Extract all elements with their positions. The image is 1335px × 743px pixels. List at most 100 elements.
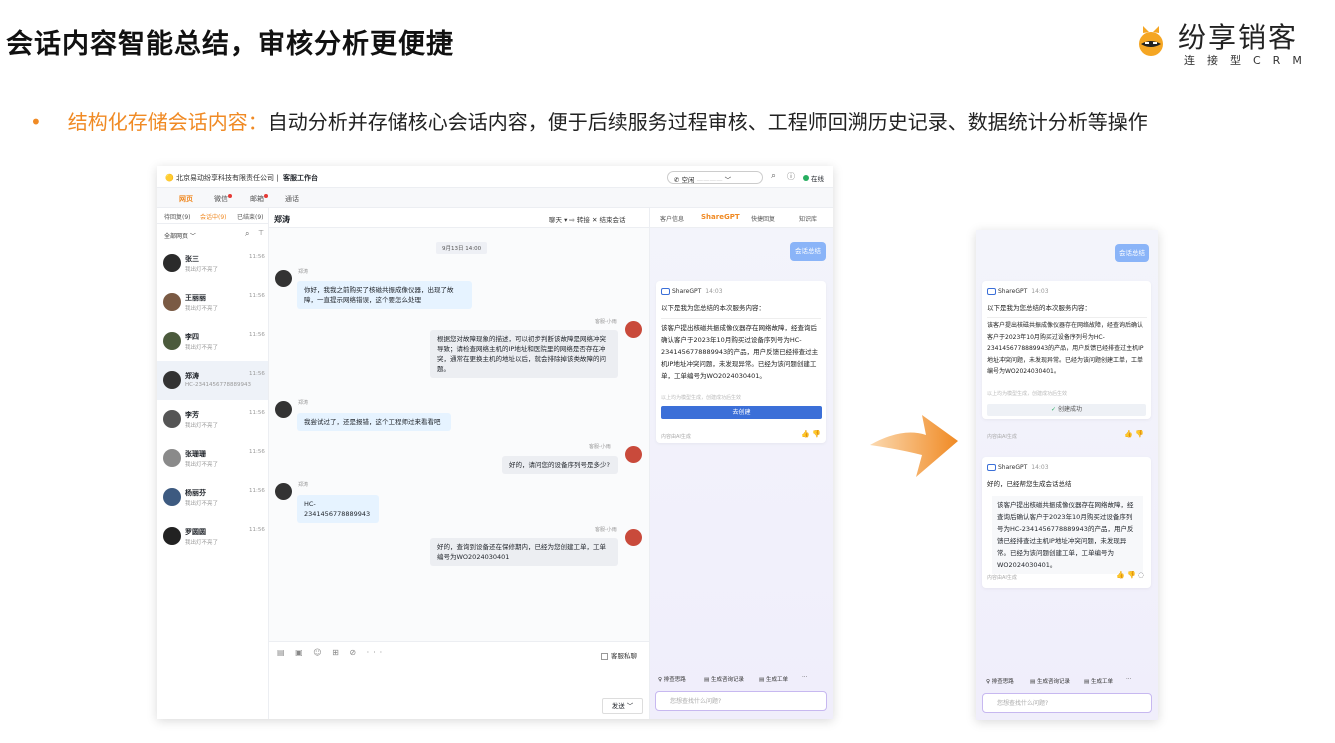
chat-message: 好的，请问您的设备序列号是多少? — [502, 456, 618, 474]
chat-date: 9月13日 14:00 — [436, 242, 488, 254]
contact-name: 张三 — [185, 255, 199, 263]
composer-toolbar[interactable]: ▤ ▣ ☺ ⊞ ⊘ ··· — [277, 648, 386, 657]
sharegpt-brand: ShareGPT 14:03 — [987, 464, 1049, 471]
list-item[interactable]: 郑涛 HC-2341456778889943 11:56 — [157, 361, 268, 400]
tab-knowledge-base[interactable]: 知识库 — [799, 214, 817, 223]
contact-preview: 我出灯不亮了 — [185, 306, 219, 312]
contact-preview: 我出灯不亮了 — [185, 501, 219, 507]
tab-quick-reply[interactable]: 快捷回复 — [751, 214, 775, 223]
quick-more[interactable]: ··· — [1126, 676, 1131, 682]
chat-header: 郑涛 聊天 ▾ ⇨ 转接 ✕ 结束会话 — [269, 208, 649, 228]
feedback-icons[interactable]: 👍 👎 — [1124, 430, 1144, 438]
assistant-tabs: 客户信息 ShareGPT 快捷回复 知识库 — [650, 208, 833, 228]
contact-time: 11:56 — [249, 410, 265, 416]
contact-time: 11:56 — [249, 488, 265, 494]
bullet-key: 结构化存储会话内容： — [67, 110, 268, 134]
ai-generated-note: 内容由AI生成 — [987, 434, 1017, 440]
contact-name: 李四 — [185, 333, 199, 341]
quick-consult-record[interactable]: ▤ 生成咨询记录 — [704, 675, 744, 683]
avatar — [163, 371, 181, 389]
quick-troubleshoot[interactable]: ♀ 排查思路 — [986, 677, 1014, 685]
private-chat-checkbox[interactable]: 客服私聊 — [601, 650, 637, 660]
channel-tabs: 网页 微信 邮箱 通话 — [157, 188, 833, 208]
avatar — [275, 270, 292, 287]
unread-dot-icon — [264, 194, 268, 198]
tab-active[interactable]: 会话中(9) — [200, 212, 227, 221]
tab-sharegpt[interactable]: ShareGPT — [701, 213, 740, 221]
list-item[interactable]: 杨丽芬 我出灯不亮了 11:56 — [157, 478, 268, 517]
list-filter[interactable]: 全部网页 ﹀ — [164, 231, 196, 240]
logo-subtitle: 连接型CRM — [1184, 54, 1314, 67]
quick-troubleshoot[interactable]: ♀ 排查思路 — [658, 675, 686, 683]
help-icon[interactable]: ⓘ — [787, 171, 795, 182]
bullet-text: 自动分析并存储核心会话内容，便于后续服务过程审核、工程师回溯历史记录、数据统计分… — [267, 110, 1148, 134]
sender-label: 郑涛 — [298, 482, 309, 488]
summary-button[interactable]: 会话总结 — [790, 242, 826, 261]
tab-ended[interactable]: 已结束(9) — [237, 212, 264, 221]
assistant-input[interactable]: 您想查找什么问题? — [655, 691, 827, 711]
quick-create-ticket[interactable]: ▤ 生成工单 — [759, 675, 788, 683]
contact-time: 11:56 — [249, 371, 265, 377]
chat-message: 你好，我我之前购买了核磁共振成像仪器，出现了故障，一直提示网络错误，这个要怎么处… — [297, 281, 472, 309]
feature-bullet: • 结构化存储会话内容：自动分析并存储核心会话内容，便于后续服务过程审核、工程师回… — [30, 106, 1148, 135]
contact-preview: 我出灯不亮了 — [185, 345, 219, 351]
tab-wechat[interactable]: 微信 — [214, 194, 232, 204]
list-item[interactable]: 罗圆圆 我出灯不亮了 11:56 — [157, 517, 268, 556]
list-search-icon[interactable]: ⌕ — [245, 229, 249, 239]
chat-composer: ▤ ▣ ☺ ⊞ ⊘ ··· 客服私聊 发送 ﹀ — [269, 641, 649, 719]
summary-button[interactable]: 会话总结 — [1115, 244, 1149, 262]
check-icon: ✓ — [1051, 406, 1057, 413]
contact-preview: 我出灯不亮了 — [185, 462, 219, 468]
bot-icon — [987, 288, 996, 295]
summary-hint: 以上均为模型生成，创建成功后生效 — [987, 391, 1068, 397]
contact-time: 11:56 — [249, 293, 265, 299]
sharegpt-brand: ShareGPT 14:03 — [987, 288, 1049, 295]
contact-time: 11:56 — [249, 254, 265, 260]
avatar — [163, 488, 181, 506]
tab-web[interactable]: 网页 — [179, 194, 193, 204]
ai-assistant-panel: 客户信息 ShareGPT 快捷回复 知识库 会话总结 ShareGPT 14:0… — [649, 208, 833, 719]
quick-more[interactable]: ··· — [802, 674, 807, 680]
assistant-input[interactable]: 您想查找什么问题? — [982, 693, 1152, 713]
contact-preview: 我出灯不亮了 — [185, 423, 219, 429]
quick-consult-record[interactable]: ▤ 生成咨询记录 — [1030, 677, 1070, 685]
assistant-mobile-view: 会话总结 ShareGPT 14:03 以下是我为您总结的本次服务内容： 该客户提… — [976, 230, 1158, 720]
slide-title: 会话内容智能总结，审核分析更便捷 — [6, 29, 454, 60]
tab-pending[interactable]: 待回复(9) — [164, 212, 191, 221]
chat-message: HC-2341456778889943 — [297, 495, 379, 523]
contact-preview: HC-2341456778889943 — [185, 382, 251, 388]
chat-actions[interactable]: 聊天 ▾ ⇨ 转接 ✕ 结束会话 — [549, 214, 626, 224]
summary-intro: 以下是我为您总结的本次服务内容： — [987, 304, 1091, 312]
feedback-icons[interactable]: 👍 👎 ◌ — [1116, 571, 1144, 579]
contact-name: 王丽丽 — [185, 294, 206, 302]
service-workbench-window: 🟡 北京易动纷享科技有限责任公司 | 客服工作台 ✆ 空闲 ———— ﹀ ⌕ ⓘ… — [157, 166, 833, 719]
tab-customer-info[interactable]: 客户信息 — [660, 214, 684, 223]
quick-create-ticket[interactable]: ▤ 生成工单 — [1084, 677, 1113, 685]
contact-time: 11:56 — [249, 527, 265, 533]
agent-status-select[interactable]: ✆ 空闲 ———— ﹀ — [667, 171, 763, 184]
list-sort-icon[interactable]: ⊤ — [258, 229, 264, 237]
list-item[interactable]: 李四 我出灯不亮了 11:56 — [157, 322, 268, 361]
sender-label: 郑涛 — [298, 269, 309, 275]
list-item[interactable]: 李芳 我出灯不亮了 11:56 — [157, 400, 268, 439]
feedback-icons[interactable]: 👍 👎 — [801, 430, 821, 438]
avatar — [275, 401, 292, 418]
send-button[interactable]: 发送 ﹀ — [602, 698, 643, 714]
list-item[interactable]: 王丽丽我出灯不亮了 11:56 — [157, 283, 268, 322]
summary-card: ShareGPT 14:03 以下是我为您总结的本次服务内容： 该客户提出核磁共振… — [982, 281, 1151, 419]
ai-generated-note: 内容由AI生成 — [661, 434, 691, 440]
avatar — [625, 446, 642, 463]
summary-hint: 以上均为模型生成，创建成功后生效 — [661, 395, 742, 401]
tab-email[interactable]: 邮箱 — [250, 194, 268, 204]
list-item[interactable]: 张珊珊 我出灯不亮了 11:56 — [157, 439, 268, 478]
contact-name: 郑涛 — [185, 372, 199, 380]
chat-contact-name: 郑涛 — [274, 215, 290, 224]
search-icon[interactable]: ⌕ — [771, 171, 776, 181]
checkbox-icon — [601, 652, 608, 660]
logo-name: 纷享销客 — [1178, 21, 1299, 54]
avatar — [163, 332, 181, 350]
create-ticket-button[interactable]: 去创建 — [661, 406, 822, 419]
tab-call[interactable]: 通话 — [285, 194, 299, 204]
online-status[interactable]: 在线 — [803, 173, 824, 183]
list-item[interactable]: 张三 我出灯不亮了 11:56 — [157, 244, 268, 283]
